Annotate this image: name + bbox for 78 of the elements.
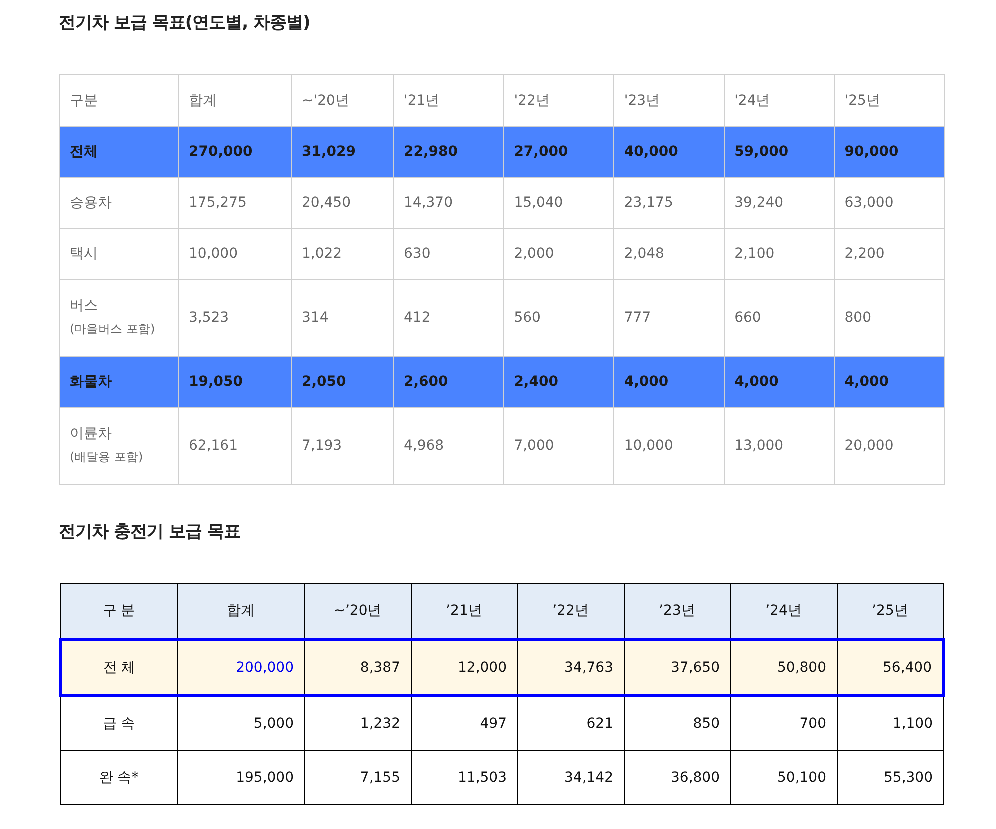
table-cell: 7,155 (304, 750, 411, 804)
table-cell: 62,161 (178, 408, 292, 484)
table-cell: 2,050 (292, 356, 394, 408)
table-cell: 4,000 (834, 356, 944, 408)
table-cell: 4,968 (394, 408, 504, 484)
table-cell: 1,232 (304, 696, 411, 750)
table-cell: 39,240 (724, 178, 834, 228)
table-cell: 200,000 (178, 640, 304, 696)
table-cell: 7,000 (504, 408, 614, 484)
column-header: ’24년 (730, 584, 837, 640)
table-cell: 34,142 (518, 750, 624, 804)
table-cell: 27,000 (504, 126, 614, 178)
table-cell: 11,503 (411, 750, 518, 804)
column-header: ~’20년 (304, 584, 411, 640)
row-label: 승용차 (60, 178, 178, 228)
table-cell: 2,400 (504, 356, 614, 408)
column-header: 합계 (178, 584, 304, 640)
table-cell: 4,000 (614, 356, 724, 408)
table-cell: 2,048 (614, 228, 724, 280)
table-cell: 4,000 (724, 356, 834, 408)
table-cell: 10,000 (614, 408, 724, 484)
row-label: 이륜차 (70, 425, 113, 444)
table-cell: 2,200 (834, 228, 944, 280)
table-cell: 63,000 (834, 178, 944, 228)
row-note: (마을버스 포함) (70, 321, 156, 338)
row-label: 버스 (70, 297, 99, 316)
table-cell: 850 (624, 696, 730, 750)
row-label: 택시 (60, 228, 178, 280)
table-cell: 7,193 (292, 408, 394, 484)
table-cell: 1,022 (292, 228, 394, 280)
table-cell: 1,100 (837, 696, 944, 750)
table-cell: 2,000 (504, 228, 614, 280)
table-cell: 19,050 (178, 356, 292, 408)
table-cell: 10,000 (178, 228, 292, 280)
column-header: ’21년 (411, 584, 518, 640)
table-cell: 8,387 (304, 640, 411, 696)
table-cell: 22,980 (394, 126, 504, 178)
table-cell: 630 (394, 228, 504, 280)
table-cell: 2,100 (724, 228, 834, 280)
table-cell: 34,763 (518, 640, 624, 696)
section-title: 전기차 보급 목표(연도별, 차종별) (59, 12, 312, 35)
table-cell: 20,450 (292, 178, 394, 228)
row-label: 전 체 (60, 640, 178, 696)
section-title: 전기차 충전기 보급 목표 (59, 521, 242, 544)
column-header: ’23년 (624, 584, 730, 640)
table-cell: 621 (518, 696, 624, 750)
table-cell: 270,000 (178, 126, 292, 178)
row-note: (배달용 포함) (70, 449, 144, 466)
table-cell: 20,000 (834, 408, 944, 484)
column-header: 구분 (60, 74, 178, 126)
table-cell: 55,300 (837, 750, 944, 804)
table-cell: 23,175 (614, 178, 724, 228)
table-cell: 12,000 (411, 640, 518, 696)
row-label: 완 속* (60, 750, 178, 804)
table-cell: 5,000 (178, 696, 304, 750)
column-header: ’25년 (837, 584, 944, 640)
table-cell: 2,600 (394, 356, 504, 408)
table-cell: 50,800 (730, 640, 837, 696)
table-cell: 497 (411, 696, 518, 750)
table-cell: 13,000 (724, 408, 834, 484)
column-header: 구 분 (60, 584, 178, 640)
row-label: 전체 (60, 126, 178, 178)
table-cell: 700 (730, 696, 837, 750)
table-cell: 14,370 (394, 178, 504, 228)
table-cell: 31,029 (292, 126, 394, 178)
table-cell: 50,100 (730, 750, 837, 804)
table-cell: 15,040 (504, 178, 614, 228)
table-cell: 90,000 (834, 126, 944, 178)
table-cell: 36,800 (624, 750, 730, 804)
table-cell: 195,000 (178, 750, 304, 804)
table-cell: 40,000 (614, 126, 724, 178)
table-cell: 56,400 (837, 640, 944, 696)
table-cell: 59,000 (724, 126, 834, 178)
column-header: ’22년 (518, 584, 624, 640)
row-label: 화물차 (60, 356, 178, 408)
table-cell: 175,275 (178, 178, 292, 228)
row-label: 급 속 (60, 696, 178, 750)
table-cell: 37,650 (624, 640, 730, 696)
